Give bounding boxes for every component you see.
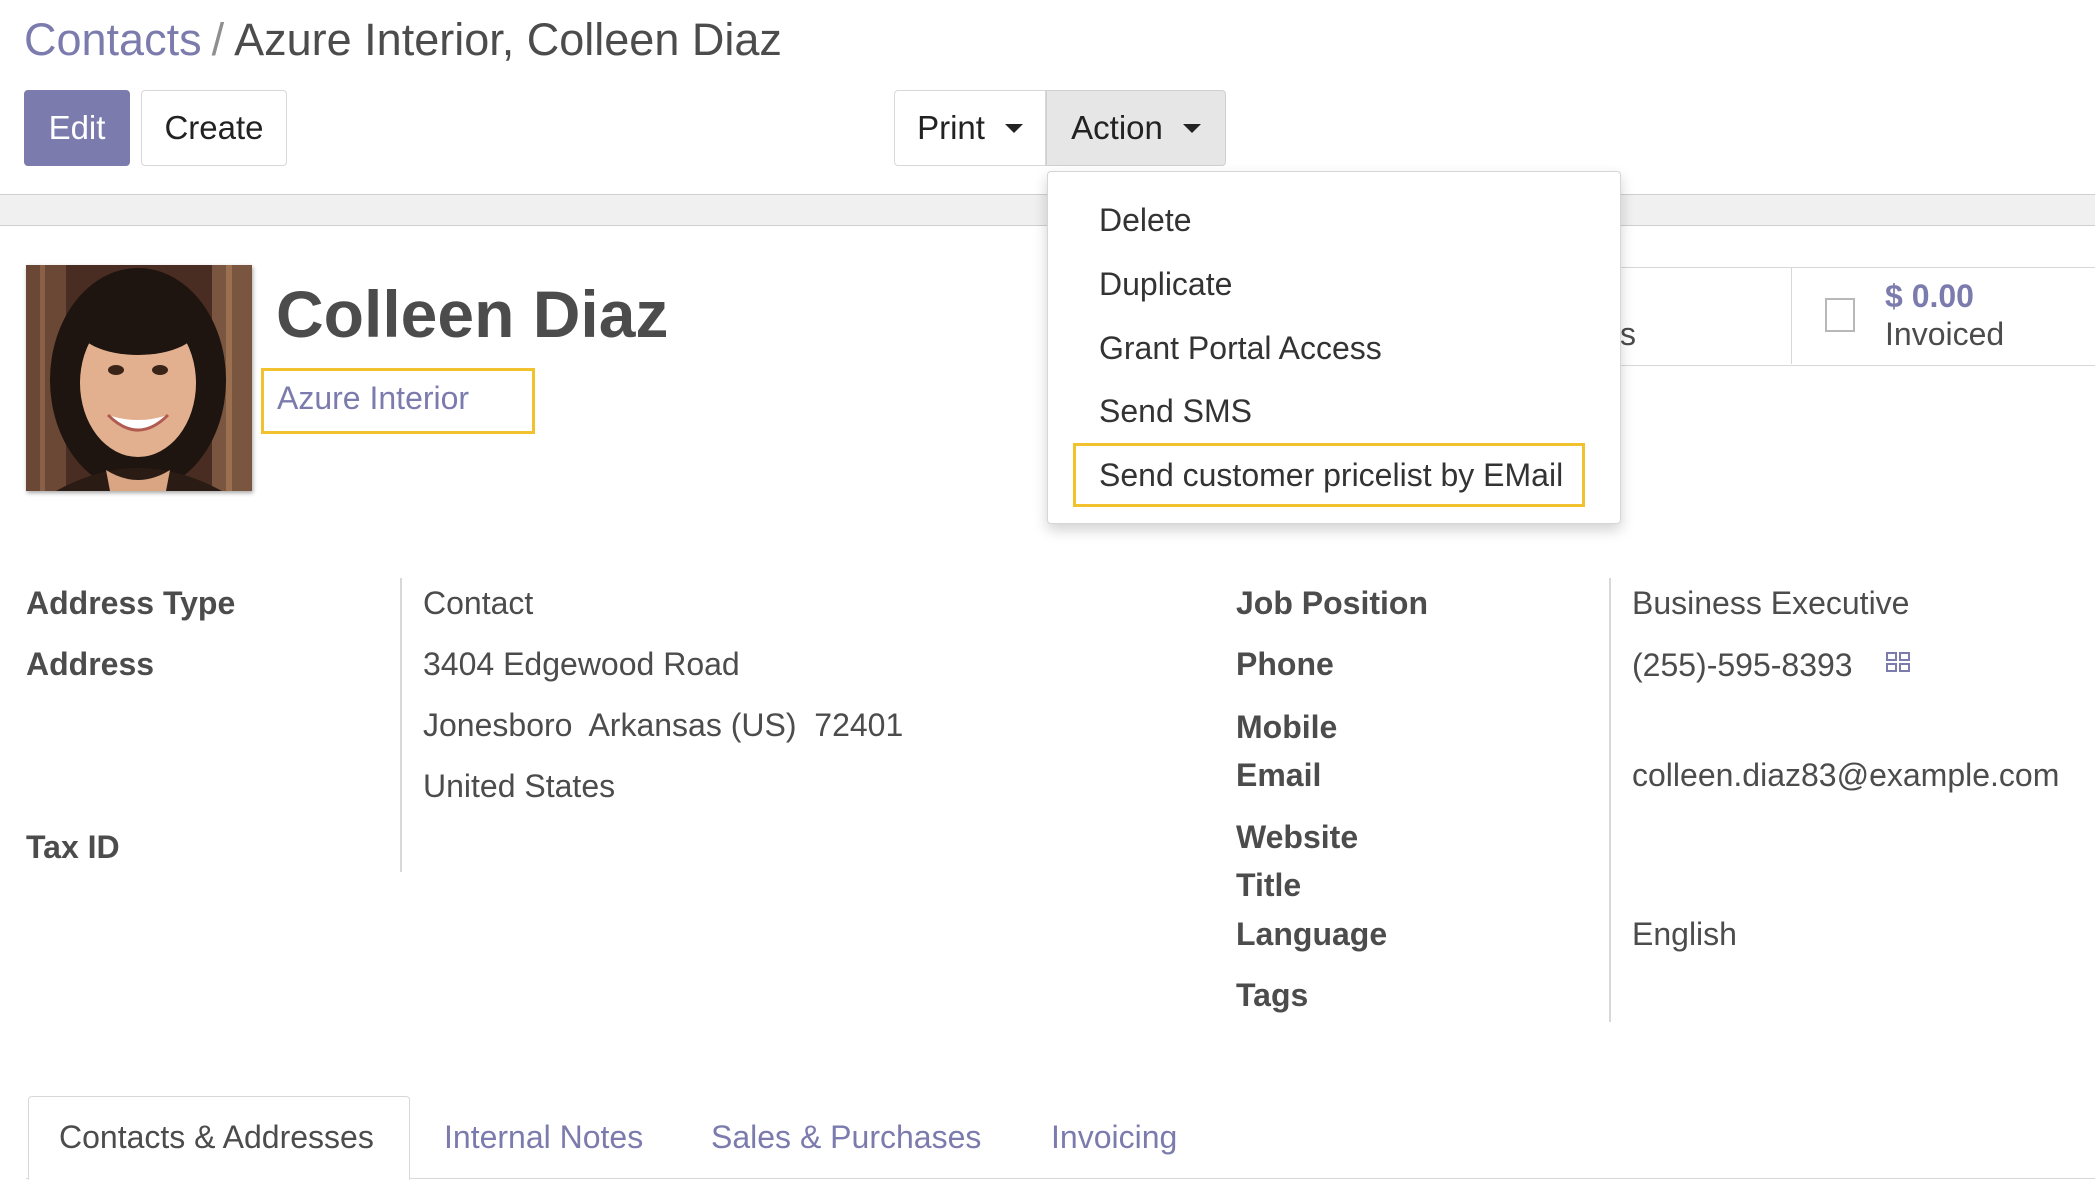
contact-name: Colleen Diaz [276, 277, 669, 351]
menu-item-duplicate[interactable]: Duplicate [1099, 266, 1232, 303]
contact-avatar[interactable] [26, 265, 252, 491]
action-dropdown-button[interactable]: Action [1046, 90, 1226, 166]
email-label: Email [1236, 757, 1322, 793]
tab-internal-notes[interactable]: Internal Notes [444, 1119, 643, 1156]
address-type-value[interactable]: Contact [423, 585, 533, 622]
email-value[interactable]: colleen.diaz83@example.com [1632, 757, 2059, 794]
edit-button-label: Edit [48, 109, 106, 146]
mobile-label: Mobile [1236, 709, 1338, 745]
invoice-checkbox-icon [1825, 298, 1855, 332]
company-link[interactable]: Azure Interior [277, 380, 469, 417]
edit-button[interactable]: Edit [24, 90, 130, 166]
address-zip: 72401 [814, 707, 904, 743]
language-value[interactable]: English [1632, 916, 1737, 953]
caret-down-icon [1182, 123, 1201, 133]
address-label: Address [26, 646, 155, 682]
address-street[interactable]: 3404 Edgewood Road [423, 646, 740, 683]
phone-label: Phone [1236, 646, 1334, 682]
stat-button-partial-label[interactable]: s [1620, 316, 1636, 353]
tab-invoicing[interactable]: Invoicing [1051, 1119, 1177, 1156]
tab-sales-purchases[interactable]: Sales & Purchases [711, 1119, 981, 1156]
address-type-label: Address Type [26, 585, 236, 621]
sms-icon[interactable] [1885, 651, 1911, 678]
stat-divider [1791, 267, 1792, 364]
print-button-label: Print [917, 109, 985, 146]
invoiced-label[interactable]: Invoiced [1885, 316, 2004, 353]
caret-down-icon [1004, 123, 1023, 133]
job-position-value[interactable]: Business Executive [1632, 585, 1909, 622]
action-dropdown-menu: Delete Duplicate Grant Portal Access Sen… [1047, 171, 1621, 524]
menu-item-grant-portal-access[interactable]: Grant Portal Access [1099, 330, 1382, 367]
breadcrumb-current: Azure Interior, Colleen Diaz [234, 14, 782, 65]
address-city: Jonesboro [423, 707, 573, 743]
create-button-label: Create [164, 109, 264, 146]
address-city-line[interactable]: Jonesboro Arkansas (US) 72401 [423, 707, 903, 744]
menu-item-delete[interactable]: Delete [1099, 202, 1192, 239]
breadcrumb-separator: / [211, 14, 225, 65]
tax-id-label: Tax ID [26, 829, 120, 865]
title-label: Title [1236, 867, 1302, 903]
invoiced-amount[interactable]: $ 0.00 [1885, 278, 1974, 315]
job-position-label: Job Position [1236, 585, 1428, 621]
field-separator [1609, 578, 1611, 1022]
menu-item-send-sms[interactable]: Send SMS [1099, 393, 1252, 430]
phone-value[interactable]: (255)-595-8393 [1632, 647, 1853, 684]
breadcrumb-contacts-link[interactable]: Contacts [24, 14, 202, 65]
menu-item-send-customer-pricelist[interactable]: Send customer pricelist by EMail [1099, 457, 1563, 494]
address-country[interactable]: United States [423, 768, 615, 805]
create-button[interactable]: Create [141, 90, 287, 166]
action-button-label: Action [1071, 109, 1163, 146]
tab-contacts-addresses-label[interactable]: Contacts & Addresses [59, 1119, 374, 1156]
avatar-photo-icon [26, 265, 252, 491]
breadcrumb: Contacts / Azure Interior, Colleen Diaz [24, 14, 782, 66]
tags-label: Tags [1236, 977, 1309, 1013]
address-state: Arkansas (US) [588, 707, 797, 743]
field-separator [400, 578, 402, 872]
website-label: Website [1236, 819, 1359, 855]
print-dropdown-button[interactable]: Print [894, 90, 1046, 166]
language-label: Language [1236, 916, 1388, 952]
